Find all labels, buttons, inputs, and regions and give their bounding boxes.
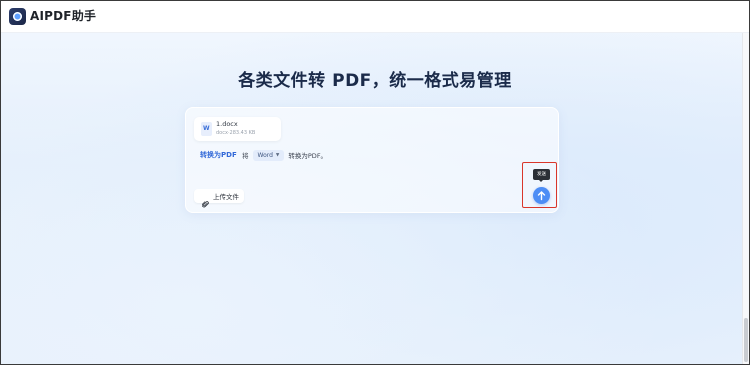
arrow-up-icon (537, 191, 546, 201)
app-window: AIPDF助手 各类文件转 PDF，统一格式易管理 W 1.docx docx·… (0, 0, 750, 365)
source-format-value: Word (257, 151, 273, 159)
attached-file-chip[interactable]: W 1.docx docx·283.43 KB (194, 117, 281, 141)
tab-convert-to-pdf[interactable]: 转换为PDF (200, 150, 237, 160)
send-tooltip: 发送 (533, 169, 550, 182)
file-meta: docx·283.43 KB (216, 130, 256, 136)
paperclip-icon (201, 193, 209, 207)
sentence-suffix: 转换为PDF。 (288, 152, 328, 160)
top-bar: AIPDF助手 (1, 1, 749, 33)
send-button[interactable] (533, 187, 550, 204)
conversion-sentence: 将 Word ▼ 转换为PDF。 (242, 149, 327, 161)
scrollbar-thumb[interactable] (744, 318, 748, 362)
aipdf-logo-icon (9, 8, 26, 25)
upload-file-label: 上传文件 (213, 193, 239, 201)
word-file-icon: W (201, 122, 212, 136)
conversion-card: W 1.docx docx·283.43 KB 转换为PDF 将 Word ▼ … (185, 107, 559, 213)
upload-file-button[interactable]: 上传文件 (194, 189, 244, 207)
word-file-icon-letter: W (203, 125, 210, 132)
page-headline: 各类文件转 PDF，统一格式易管理 (238, 71, 512, 91)
sentence-prefix: 将 (242, 152, 249, 160)
chevron-down-icon: ▼ (275, 152, 280, 158)
file-name: 1.docx (216, 120, 238, 128)
app-title: AIPDF助手 (30, 9, 97, 23)
source-format-select[interactable]: Word ▼ (252, 149, 285, 161)
vertical-scrollbar[interactable] (742, 33, 749, 364)
